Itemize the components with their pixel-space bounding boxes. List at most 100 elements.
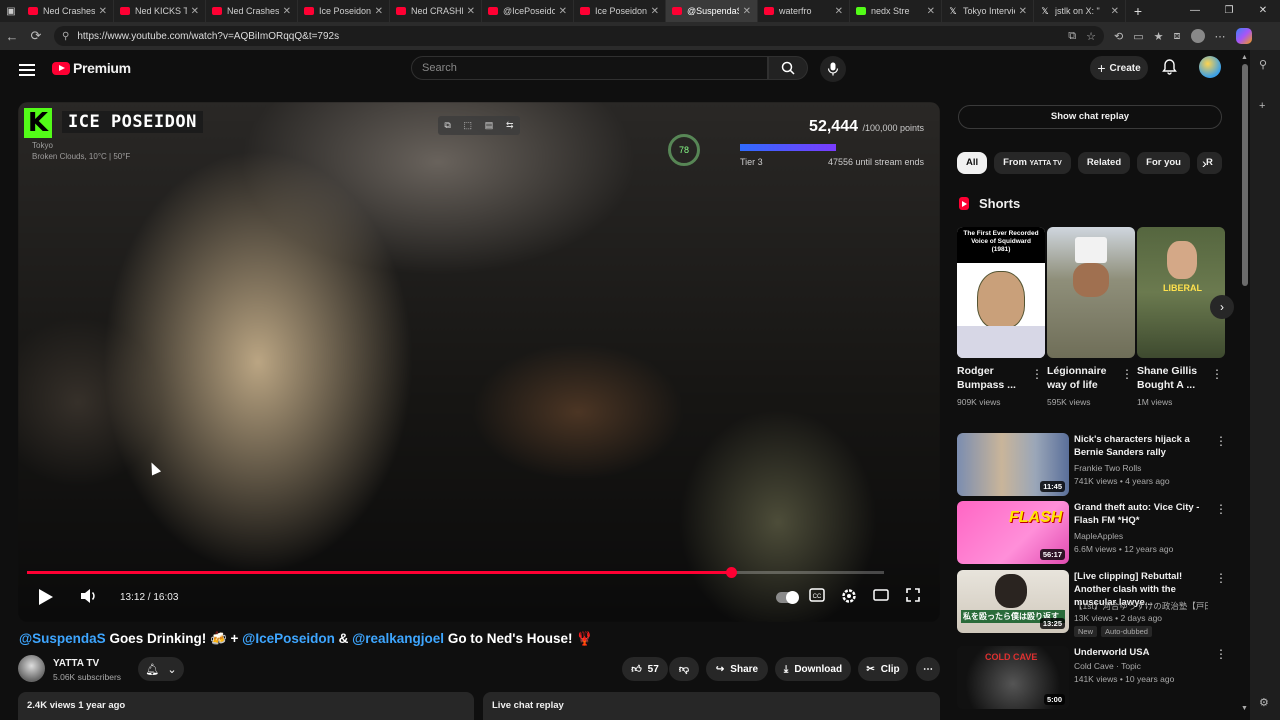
mention-link[interactable]: @SuspendaS (19, 631, 106, 646)
more-vert-icon[interactable]: ⋮ (1215, 434, 1227, 448)
short-item[interactable]: Légionnaire way of life 595K views ⋮ (1047, 227, 1135, 407)
fullscreen-icon[interactable] (906, 588, 920, 602)
sidebar-settings-icon[interactable]: ⚙ (1259, 696, 1269, 709)
close-tab-icon[interactable]: ✕ (743, 6, 751, 17)
browser-tab[interactable]: Ice Poseidon U ✕ (298, 0, 390, 22)
close-tab-icon[interactable]: ✕ (651, 6, 659, 17)
close-tab-icon[interactable]: ✕ (375, 6, 383, 17)
extension-icon[interactable]: ⟲ (1114, 30, 1123, 43)
video-thumbnail[interactable]: 私を殴ったら僕は殴り返す 13:25 (957, 570, 1069, 633)
translate-icon[interactable]: ⇆ (506, 120, 514, 131)
video-thumbnail[interactable]: FLASH 56:17 (957, 501, 1069, 564)
autoplay-toggle[interactable] (776, 591, 799, 604)
favorites-icon[interactable]: ★ (1154, 30, 1164, 43)
more-menu-icon[interactable]: ⋯ (1215, 30, 1226, 43)
settings-gear-icon[interactable] (841, 588, 857, 604)
close-tab-icon[interactable]: ✕ (283, 6, 291, 17)
subscription-bell-button[interactable]: 🔔︎ ⌄ (138, 657, 184, 681)
channel-name[interactable]: 【1st】河合ゆうすけの政治塾【戸田市... (1074, 600, 1208, 612)
browser-tab[interactable]: waterfro ✕ (758, 0, 850, 22)
progress-bar[interactable] (27, 567, 884, 578)
browser-tab[interactable]: Ice Poseidon e ✕ (574, 0, 666, 22)
close-tab-icon[interactable]: ✕ (1111, 6, 1119, 17)
create-button[interactable]: + Create (1090, 56, 1148, 80)
recommended-video[interactable]: 11:45 Nick's characters hijack a Bernie … (957, 433, 1227, 497)
scroll-up-icon[interactable]: ▲ (1241, 54, 1248, 61)
mention-link[interactable]: @IcePoseidon (242, 631, 335, 646)
browser-tab[interactable]: Ned Crashes C ✕ (206, 0, 298, 22)
clip-button[interactable]: ✂ Clip (858, 657, 908, 681)
short-title[interactable]: Rodger Bumpass ... (957, 364, 1029, 392)
close-tab-icon[interactable]: ✕ (467, 6, 475, 17)
filter-chip[interactable]: From YATTA TV (994, 152, 1071, 174)
install-app-icon[interactable]: ⧉ (1068, 30, 1076, 43)
close-window-button[interactable]: ✕ (1246, 0, 1280, 22)
site-info-icon[interactable]: ⚲ (62, 31, 69, 42)
browser-tab[interactable]: 𝕏 Tokyo Intervie ✕ (942, 0, 1034, 22)
short-thumbnail[interactable] (1047, 227, 1135, 358)
new-tab-button[interactable]: + (1126, 3, 1150, 19)
voice-search-button[interactable] (820, 56, 846, 82)
download-button[interactable]: ⤓ Download (775, 657, 851, 681)
video-title[interactable]: Nick's characters hijack a Bernie Sander… (1074, 433, 1208, 459)
collections-icon[interactable]: ⧈ (1174, 30, 1181, 43)
youtube-logo[interactable]: Premium (52, 60, 131, 76)
notifications-button[interactable] (1162, 59, 1177, 80)
window-menu-icon[interactable]: ▣ (0, 0, 22, 22)
channel-name[interactable]: YATTA TV (53, 658, 99, 669)
sidebar-add-icon[interactable]: + (1259, 100, 1265, 112)
live-chat-panel[interactable]: Live chat replay (483, 692, 940, 720)
channel-name[interactable]: Cold Cave · Topic (1074, 661, 1208, 671)
close-tab-icon[interactable]: ✕ (1019, 6, 1027, 17)
account-avatar[interactable] (1199, 56, 1221, 78)
browser-tab[interactable]: @IcePoseidon ✕ (482, 0, 574, 22)
close-tab-icon[interactable]: ✕ (559, 6, 567, 17)
back-button[interactable]: ← (0, 29, 24, 44)
screenshot-icon[interactable]: ⬚ (464, 120, 473, 131)
filter-chip[interactable]: Related (1077, 152, 1131, 174)
pip-icon[interactable]: ⧉ (444, 120, 450, 131)
search-button[interactable] (768, 56, 808, 80)
shorts-next-button[interactable]: › (1210, 295, 1234, 319)
recommended-video[interactable]: 私を殴ったら僕は殴り返す 13:25 [Live clipping] Rebut… (957, 570, 1227, 637)
mention-link[interactable]: @realkangjoel (352, 631, 444, 646)
filter-chip[interactable]: All (957, 152, 988, 174)
scrollbar-thumb[interactable] (1242, 64, 1248, 286)
browser-tab[interactable]: Ned KICKS Ta ✕ (114, 0, 206, 22)
copy-text-icon[interactable]: ▤ (485, 120, 494, 131)
page-scrollbar[interactable]: ▲ ▼ (1240, 50, 1250, 720)
split-view-icon[interactable]: ▭ (1133, 30, 1143, 43)
bookmark-star-icon[interactable]: ☆ (1086, 30, 1096, 43)
browser-tab[interactable]: 𝕏jstlk on X: " ✕ (1034, 0, 1126, 22)
short-title[interactable]: Légionnaire way of life (1047, 364, 1119, 392)
hamburger-menu-icon[interactable] (19, 61, 35, 79)
recommended-video[interactable]: FLASH 56:17 Grand theft auto: Vice City … (957, 501, 1227, 565)
share-button[interactable]: ↪ Share (706, 657, 768, 681)
like-button[interactable]: 👍︎ 57 (622, 657, 668, 681)
browser-tab[interactable]: nedx Stre ✕ (850, 0, 942, 22)
short-thumbnail[interactable]: The First Ever Recorded Voice of Squidwa… (957, 227, 1045, 358)
more-actions-button[interactable]: ⋯ (916, 657, 940, 681)
reload-button[interactable]: ⟳ (24, 28, 48, 44)
minimize-button[interactable]: — (1178, 0, 1212, 22)
recommended-video[interactable]: COLD CAVE 5:00 Underworld USA Cold Cave … (957, 646, 1227, 710)
close-tab-icon[interactable]: ✕ (927, 6, 935, 17)
video-player[interactable]: K ICE POSEIDON Tokyo Broken Clouds, 10°C… (18, 102, 940, 622)
close-tab-icon[interactable]: ✕ (191, 6, 199, 17)
video-title[interactable]: Grand theft auto: Vice City - Flash FM *… (1074, 501, 1208, 527)
channel-name[interactable]: MapleApples (1074, 531, 1208, 541)
video-title[interactable]: Underworld USA (1074, 646, 1208, 659)
volume-icon[interactable] (80, 588, 98, 604)
show-chat-replay-button[interactable]: Show chat replay (958, 105, 1222, 129)
theater-mode-icon[interactable] (873, 588, 889, 602)
scroll-down-icon[interactable]: ▼ (1241, 705, 1248, 712)
overlay-toolbar[interactable]: ⧉ ⬚ ▤ ⇆ (438, 116, 520, 135)
more-vert-icon[interactable]: ⋮ (1215, 647, 1227, 661)
more-vert-icon[interactable]: ⋮ (1215, 502, 1227, 516)
short-thumbnail[interactable]: LIBERAL (1137, 227, 1225, 358)
filter-chip[interactable]: For you (1137, 152, 1190, 174)
video-thumbnail[interactable]: 11:45 (957, 433, 1069, 496)
browser-tab[interactable]: @SuspendaS ✕ (666, 0, 758, 22)
chevron-right-icon[interactable]: › (1202, 155, 1207, 171)
play-icon[interactable] (38, 588, 54, 606)
